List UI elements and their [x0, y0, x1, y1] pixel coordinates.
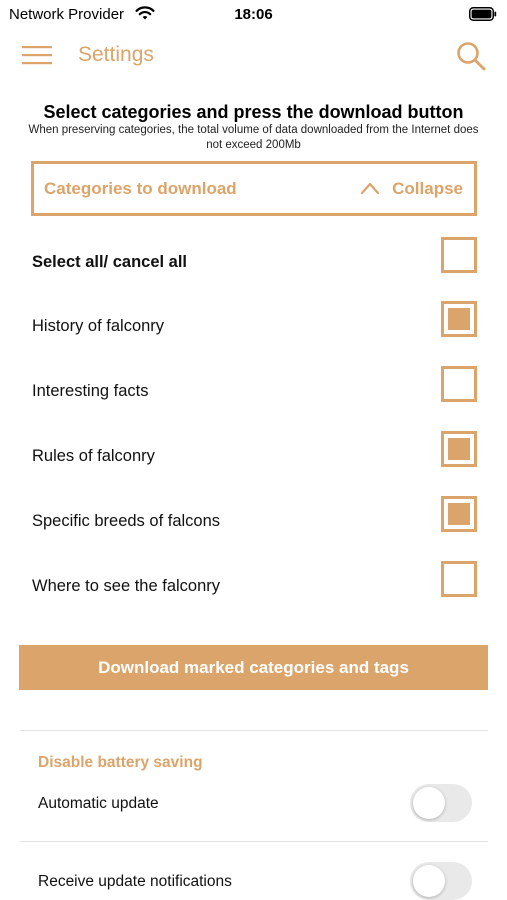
category-checkbox[interactable]: [441, 301, 477, 337]
category-checkbox[interactable]: [441, 431, 477, 467]
categories-title: Categories to download: [44, 179, 237, 198]
category-label: Rules of falconry: [32, 447, 155, 465]
category-row-select-all[interactable]: Select all/ cancel all: [0, 231, 507, 295]
category-label: History of falconry: [32, 317, 165, 335]
category-row-breeds[interactable]: Specific breeds of falcons: [0, 490, 507, 554]
category-checkbox[interactable]: [441, 496, 477, 532]
toggle-knob: [413, 865, 445, 897]
category-row-rules[interactable]: Rules of falconry: [0, 425, 507, 489]
download-heading: Select categories and press the download…: [43, 102, 464, 122]
section-divider: [20, 730, 488, 731]
toggle-row-update-notifications: Receive update notifications: [0, 862, 507, 900]
page-title: Settings: [78, 43, 154, 66]
automatic-update-toggle[interactable]: [410, 784, 472, 822]
search-icon[interactable]: [455, 40, 487, 72]
checkbox-checked-mark: [448, 438, 470, 460]
category-checkbox[interactable]: [441, 561, 477, 597]
toggle-label: Automatic update: [38, 795, 159, 812]
download-description: When preserving categories, the total vo…: [28, 124, 479, 151]
toggle-knob: [413, 787, 445, 819]
toggle-label: Receive update notifications: [38, 873, 232, 890]
category-checkbox[interactable]: [441, 237, 477, 273]
battery-icon: [469, 7, 497, 21]
chevron-up-icon: [360, 182, 380, 195]
category-label: Where to see the falconry: [32, 577, 221, 595]
category-label: Interesting facts: [32, 382, 149, 400]
status-time: 18:06: [234, 6, 273, 23]
toggle-row-automatic-update: Automatic update: [0, 784, 507, 824]
categories-collapse-header[interactable]: Categories to download Collapse: [31, 161, 477, 216]
checkbox-checked-mark: [448, 503, 470, 525]
checkbox-checked-mark: [448, 308, 470, 330]
battery-section-title: Disable battery saving: [38, 754, 203, 771]
collapse-label: Collapse: [392, 179, 463, 198]
update-notifications-toggle[interactable]: [410, 862, 472, 900]
download-button[interactable]: Download marked categories and tags: [19, 645, 488, 690]
category-label: Select all/ cancel all: [32, 253, 188, 271]
category-row-history[interactable]: History of falconry: [0, 295, 507, 359]
category-row-interesting-facts[interactable]: Interesting facts: [0, 360, 507, 424]
section-divider: [20, 841, 488, 842]
status-bar: Network Provider 18:06: [0, 0, 507, 30]
hamburger-menu-icon[interactable]: [22, 44, 52, 66]
category-label: Specific breeds of falcons: [32, 512, 221, 530]
category-row-where-to-see[interactable]: Where to see the falconry: [0, 555, 507, 619]
nav-bar: Settings: [0, 34, 507, 78]
category-checkbox[interactable]: [441, 366, 477, 402]
